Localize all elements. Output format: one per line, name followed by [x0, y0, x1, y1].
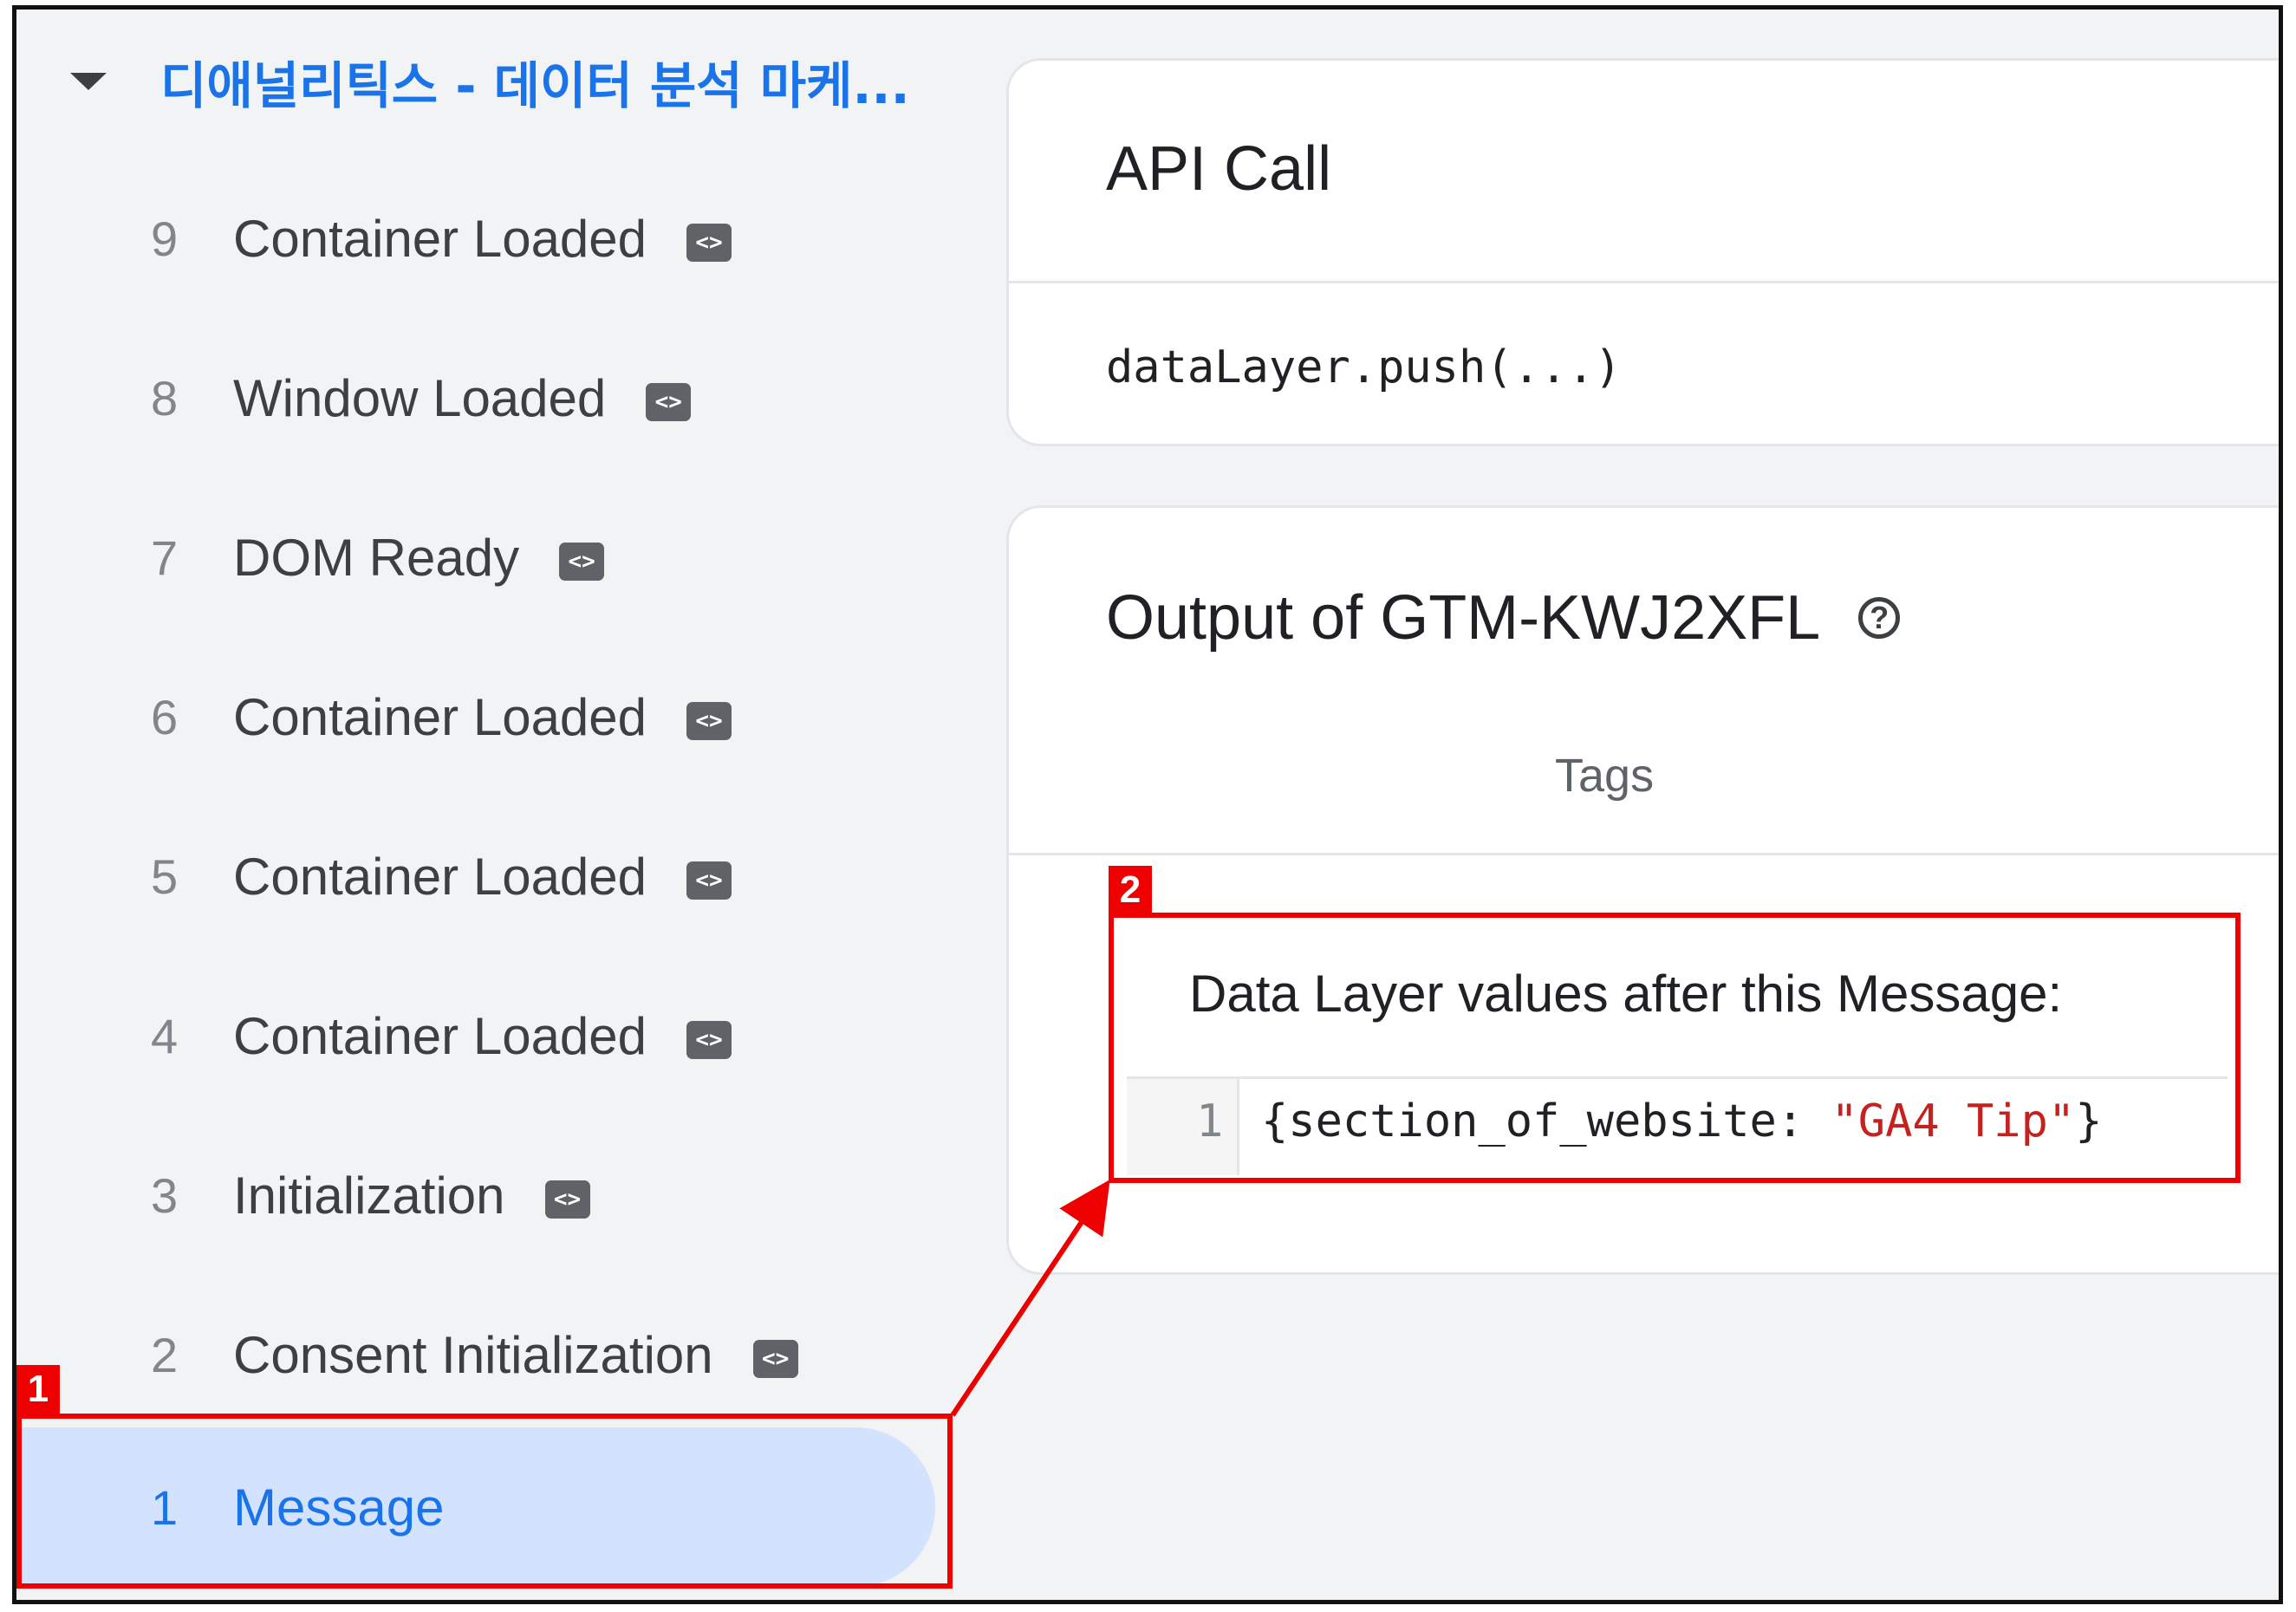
annotation-arrow: [950, 1180, 1110, 1417]
debugger-window: 디애널리틱스 - 데이터 분석 마케... 9 Container Loaded…: [12, 5, 2283, 1604]
